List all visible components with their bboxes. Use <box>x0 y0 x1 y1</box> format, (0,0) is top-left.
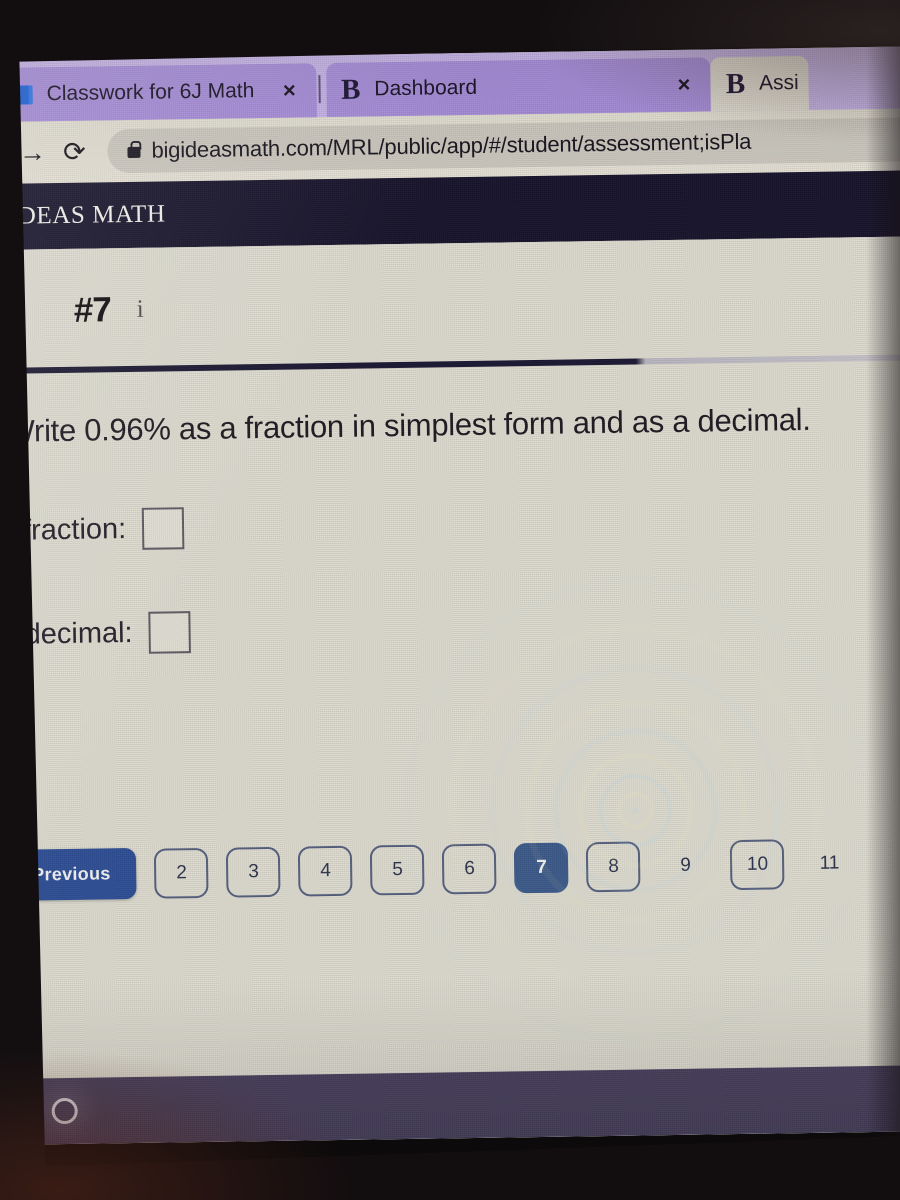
page-button-4[interactable]: 4 <box>298 845 353 897</box>
browser-tab-assignment[interactable]: B Assi <box>710 55 810 112</box>
assessment-content: #7 i Write 0.96% as a fraction in simple… <box>0 235 900 1146</box>
page-button-9[interactable]: 9 <box>658 840 713 891</box>
tab-title: Classwork for 6J Math <box>46 79 255 106</box>
lock-icon <box>127 146 141 159</box>
previous-button[interactable]: Previous <box>5 847 138 901</box>
page-button-7[interactable]: 7 <box>514 842 569 893</box>
question-header: #7 i <box>15 236 900 332</box>
browser-tab-dashboard[interactable]: B Dashboard × <box>325 57 712 118</box>
page-button-5[interactable]: 5 <box>370 844 425 895</box>
app-logo-text: IG IDEAS MATH <box>0 200 166 231</box>
tab-divider <box>318 75 321 104</box>
page-button-3[interactable]: 3 <box>226 846 281 898</box>
forward-icon[interactable]: → <box>11 131 54 174</box>
reload-icon[interactable]: ⟳ <box>53 130 96 173</box>
tab-title: Dashboard <box>374 75 478 101</box>
decimal-input[interactable] <box>148 611 191 654</box>
classroom-favicon <box>10 81 34 107</box>
big-ideas-math-favicon: B <box>725 67 745 100</box>
browser-tab-classwork[interactable]: Classwork for 6J Math × <box>0 63 317 122</box>
page-button-11[interactable]: 11 <box>802 838 857 889</box>
info-icon[interactable]: i <box>137 296 144 324</box>
answer-label: decimal: <box>24 616 133 651</box>
big-ideas-math-favicon: B <box>340 73 360 106</box>
laptop-screen: Classwork for 6J Math × B Dashboard × B … <box>0 46 900 1146</box>
question-number: #7 <box>73 290 112 330</box>
address-bar[interactable]: bigideasmath.com/MRL/public/app/#/studen… <box>107 117 900 174</box>
url-text: bigideasmath.com/MRL/public/app/#/studen… <box>151 128 752 163</box>
photograph-of-laptop-screen: Classwork for 6J Math × B Dashboard × B … <box>0 0 900 1200</box>
answer-row-decimal: decimal: <box>24 600 900 656</box>
answer-label: fraction: <box>22 512 127 547</box>
page-button-8[interactable]: 8 <box>586 840 641 892</box>
tab-title: Assi <box>758 71 799 95</box>
page-button-10[interactable]: 10 <box>730 838 785 890</box>
header-divider <box>0 353 900 375</box>
launcher-circle-icon[interactable] <box>51 1097 78 1125</box>
back-icon[interactable]: ← <box>0 132 12 175</box>
close-icon[interactable]: × <box>272 77 306 104</box>
page-button-2[interactable]: 2 <box>154 847 209 899</box>
answer-row-fraction: fraction: <box>23 496 900 552</box>
close-icon[interactable]: × <box>667 71 701 98</box>
pagination: Previous 2 3 4 5 6 7 8 9 10 11 <box>5 836 900 901</box>
chromebook-shelf <box>0 1064 900 1146</box>
answer-fields: fraction: decimal: <box>19 496 900 656</box>
page-button-6[interactable]: 6 <box>442 843 497 894</box>
fraction-input[interactable] <box>141 507 185 550</box>
question-prompt: Write 0.96% as a fraction in simplest fo… <box>5 401 811 449</box>
